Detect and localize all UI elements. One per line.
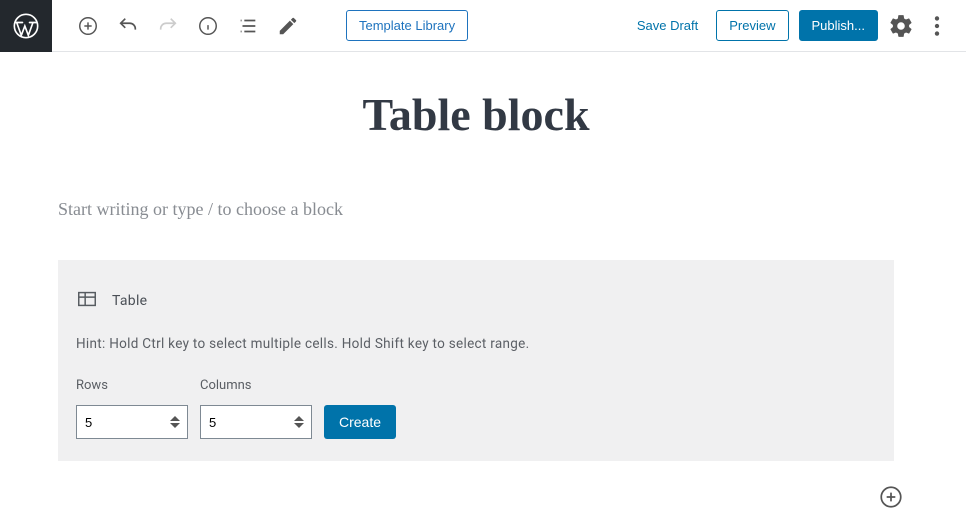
create-table-button[interactable]: Create [324,405,396,439]
columns-input[interactable] [201,409,281,436]
toolbar-left: Template Library [52,10,468,41]
columns-input-wrap [200,405,312,439]
table-form-row: Rows Columns [76,378,876,439]
block-placeholder[interactable]: Start writing or type / to choose a bloc… [58,199,894,220]
columns-field: Columns [200,378,312,439]
rows-input[interactable] [77,409,157,436]
editor-scroll-area[interactable]: Table block Start writing or type / to c… [0,52,952,520]
editor-body: Table block Start writing or type / to c… [0,88,952,520]
add-block-floating-icon[interactable] [878,484,906,512]
table-icon [76,288,98,314]
settings-icon[interactable] [888,13,914,39]
edit-icon[interactable] [276,14,300,38]
post-title[interactable]: Table block [0,88,952,141]
toolbar-right: Save Draft Preview Publish... [629,10,966,41]
rows-label: Rows [76,378,188,393]
publish-button[interactable]: Publish... [799,10,878,41]
columns-spinner [294,408,308,436]
rows-step-up[interactable] [170,416,180,421]
rows-step-down[interactable] [170,423,180,428]
outline-icon[interactable] [236,14,260,38]
save-draft-button[interactable]: Save Draft [629,12,706,39]
block-hint: Hint: Hold Ctrl key to select multiple c… [76,336,876,352]
info-icon[interactable] [196,14,220,38]
template-library-button[interactable]: Template Library [346,10,468,41]
block-header: Table [76,288,876,314]
top-toolbar: Template Library Save Draft Preview Publ… [0,0,966,52]
wordpress-logo[interactable] [0,0,52,52]
block-title: Table [112,293,147,309]
redo-icon [156,14,180,38]
undo-icon[interactable] [116,14,140,38]
add-block-icon[interactable] [76,14,100,38]
more-options-icon[interactable] [924,13,950,39]
rows-spinner [170,408,184,436]
columns-step-up[interactable] [294,416,304,421]
rows-input-wrap [76,405,188,439]
preview-button[interactable]: Preview [716,10,788,41]
table-block-placeholder: Table Hint: Hold Ctrl key to select mult… [58,260,894,461]
rows-field: Rows [76,378,188,439]
columns-step-down[interactable] [294,423,304,428]
content-area: Start writing or type / to choose a bloc… [0,199,952,461]
columns-label: Columns [200,378,312,393]
